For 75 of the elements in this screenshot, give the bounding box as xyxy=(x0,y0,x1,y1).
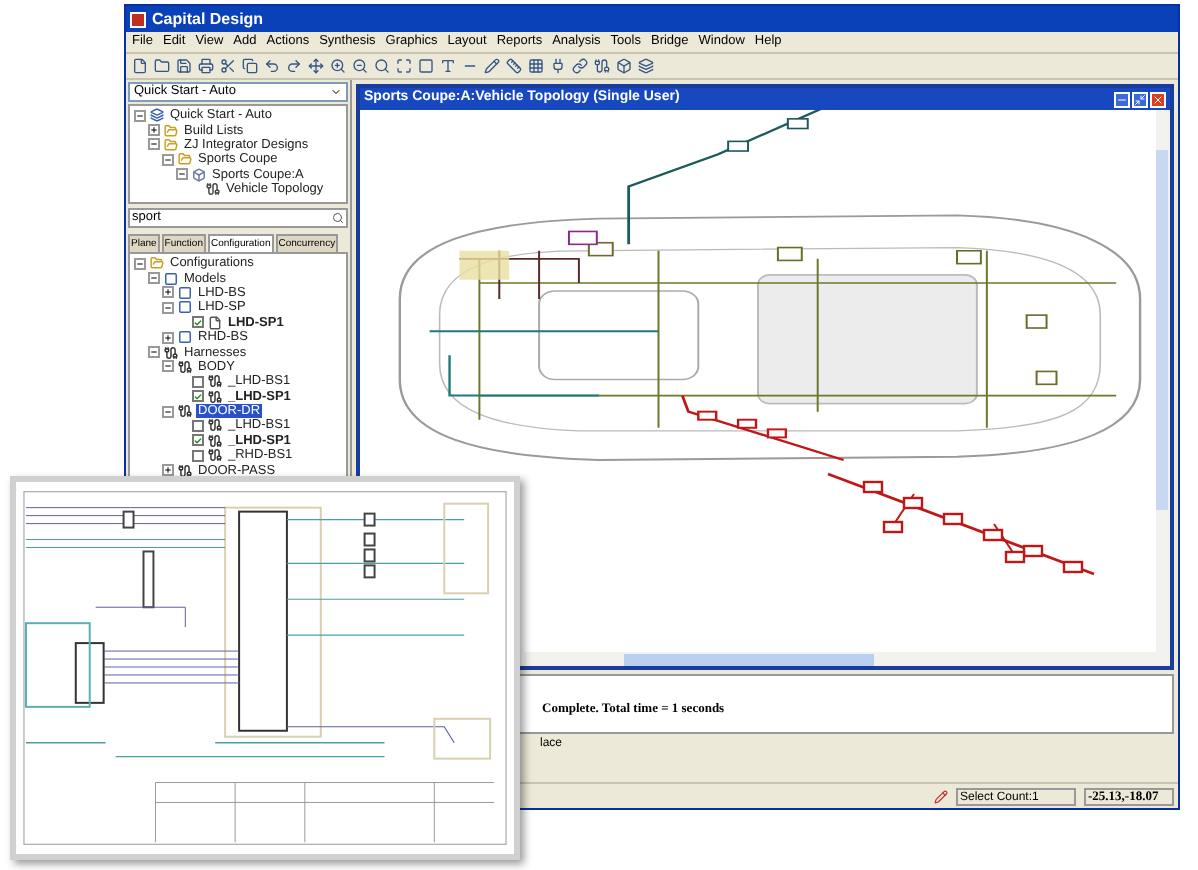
save-icon[interactable] xyxy=(176,58,192,74)
close-button[interactable] xyxy=(1150,91,1166,107)
redo-icon[interactable] xyxy=(286,58,302,74)
zoom-out-icon[interactable] xyxy=(352,58,368,74)
plus-icon xyxy=(164,288,172,297)
minimize-button[interactable] xyxy=(1114,91,1130,107)
minimize-icon xyxy=(1116,93,1128,105)
plug-icon[interactable] xyxy=(550,58,566,74)
search-icon[interactable] xyxy=(374,58,390,74)
collapse-toggle[interactable] xyxy=(176,168,188,181)
folder-icon[interactable] xyxy=(154,58,170,74)
text-icon[interactable] xyxy=(440,58,456,74)
printer-icon[interactable] xyxy=(198,58,214,74)
collapse-toggle[interactable] xyxy=(162,301,174,314)
file-icon xyxy=(208,315,222,330)
copy-icon[interactable] xyxy=(242,58,258,74)
check-icon xyxy=(194,391,202,402)
undo-icon[interactable] xyxy=(264,58,280,74)
check-icon xyxy=(194,435,202,446)
collapse-toggle[interactable] xyxy=(134,109,146,122)
cable-icon xyxy=(206,182,220,197)
caret-icon xyxy=(330,86,342,98)
collapse-toggle[interactable] xyxy=(148,138,160,151)
collapse-toggle[interactable] xyxy=(162,153,174,166)
checkbox[interactable] xyxy=(192,390,204,403)
scissors-icon[interactable] xyxy=(220,58,236,74)
checkbox[interactable] xyxy=(192,316,204,329)
cable-icon xyxy=(178,404,192,419)
window-title: Capital Design xyxy=(152,7,264,31)
close-icon xyxy=(1152,93,1164,105)
pencil-icon[interactable] xyxy=(484,58,500,74)
search-icon xyxy=(332,212,344,224)
square-icon xyxy=(178,330,192,345)
checkbox[interactable] xyxy=(192,449,204,462)
checkbox[interactable] xyxy=(192,419,204,432)
stack-icon xyxy=(150,108,164,123)
plus-icon xyxy=(164,466,172,475)
expand-toggle[interactable] xyxy=(162,464,174,477)
checkbox[interactable] xyxy=(192,375,204,388)
restore-icon xyxy=(1134,93,1146,105)
collapse-toggle[interactable] xyxy=(148,272,160,285)
expand-toggle[interactable] xyxy=(148,124,160,137)
minus-icon xyxy=(164,303,172,312)
grid-icon[interactable] xyxy=(528,58,544,74)
zoom-in-icon[interactable] xyxy=(330,58,346,74)
scrollbar-thumb[interactable] xyxy=(624,653,874,665)
layers-icon[interactable] xyxy=(638,58,654,74)
box-icon xyxy=(192,167,206,182)
collapse-toggle[interactable] xyxy=(162,360,174,373)
scrollbar-thumb[interactable] xyxy=(1156,150,1168,510)
checkbox[interactable] xyxy=(192,434,204,447)
collapse-toggle[interactable] xyxy=(134,257,146,270)
move-icon[interactable] xyxy=(308,58,324,74)
minus-icon xyxy=(164,407,172,416)
collapse-toggle[interactable] xyxy=(162,405,174,418)
folder-icon xyxy=(150,256,164,271)
restore-button[interactable] xyxy=(1132,91,1148,107)
vertical-scrollbar[interactable] xyxy=(1156,110,1170,666)
plus-icon xyxy=(150,126,158,135)
cable-icon[interactable] xyxy=(594,58,610,74)
expand-toggle[interactable] xyxy=(162,331,174,344)
select-icon[interactable] xyxy=(418,58,434,74)
box-icon[interactable] xyxy=(616,58,632,74)
check-icon xyxy=(194,317,202,328)
minus-icon xyxy=(136,111,144,120)
link-icon[interactable] xyxy=(572,58,588,74)
ruler-icon[interactable] xyxy=(506,58,522,74)
collapse-toggle[interactable] xyxy=(148,346,160,359)
plus-icon xyxy=(164,333,172,342)
expand-toggle[interactable] xyxy=(162,286,174,299)
file-icon[interactable] xyxy=(132,58,148,74)
fit-icon[interactable] xyxy=(396,58,412,74)
cable-icon xyxy=(178,463,192,478)
horizontal-scrollbar[interactable] xyxy=(524,652,1156,666)
app-logo-icon xyxy=(130,11,146,27)
